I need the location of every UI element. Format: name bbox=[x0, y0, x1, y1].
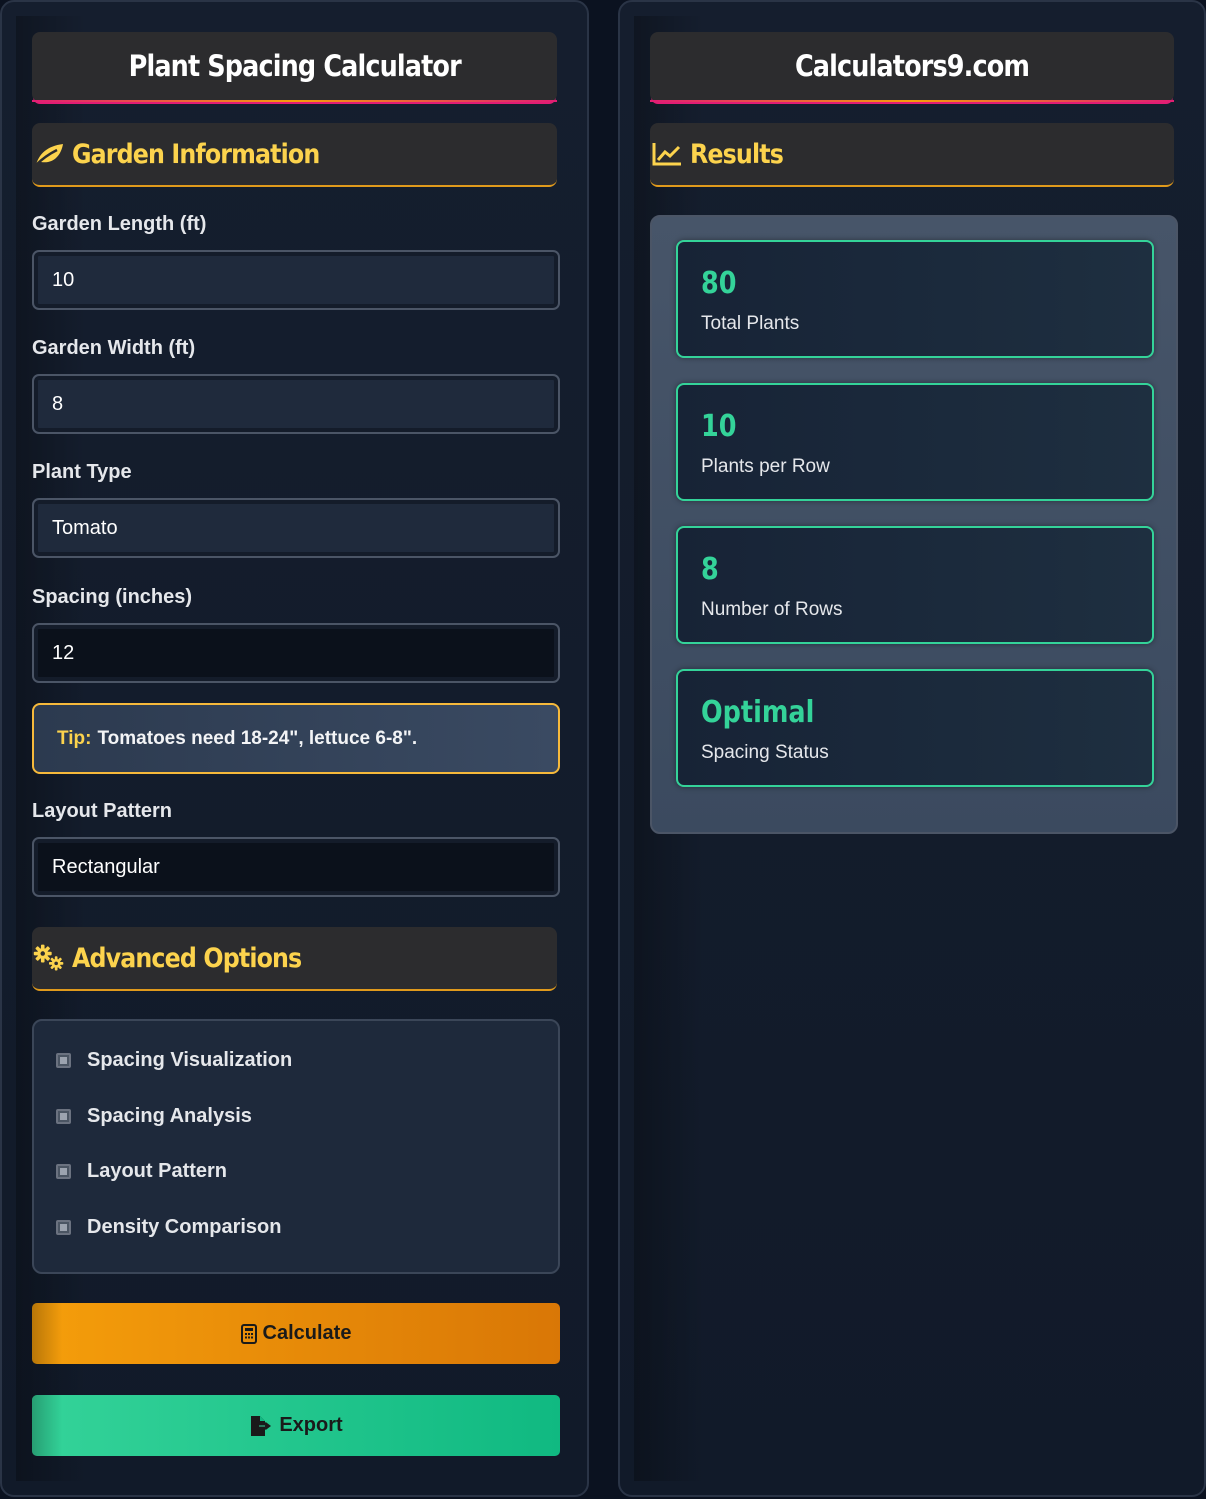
advanced-options-list: Spacing Visualization Spacing Analysis L… bbox=[32, 1019, 560, 1274]
spacing-input[interactable]: 12 bbox=[32, 623, 560, 683]
section-title: Garden Information bbox=[72, 138, 320, 170]
calculate-button[interactable]: Calculate bbox=[32, 1303, 560, 1364]
checkbox[interactable] bbox=[56, 1053, 71, 1068]
checkbox[interactable] bbox=[56, 1164, 71, 1179]
page-title: Plant Spacing Calculator bbox=[128, 49, 461, 83]
section-title: Results bbox=[690, 138, 784, 170]
tip-box: Tip: Tomatoes need 18-24", lettuce 6-8". bbox=[32, 703, 560, 774]
option-layout-pattern[interactable]: Layout Pattern bbox=[56, 1160, 227, 1183]
result-label: Plants per Row bbox=[701, 456, 830, 477]
garden-length-value: 10 bbox=[52, 268, 75, 291]
leaf-icon bbox=[32, 137, 66, 171]
spacing-value: 12 bbox=[52, 641, 75, 664]
option-spacing-analysis[interactable]: Spacing Analysis bbox=[56, 1105, 252, 1128]
result-label: Total Plants bbox=[701, 313, 800, 334]
calculate-label: Calculate bbox=[262, 1322, 352, 1344]
checkbox[interactable] bbox=[56, 1220, 71, 1235]
section-title: Advanced Options bbox=[72, 942, 302, 974]
result-value: Optimal bbox=[701, 695, 815, 730]
result-value: 10 bbox=[701, 409, 737, 444]
tip-key: Tip: bbox=[57, 727, 92, 749]
option-label: Density Comparison bbox=[87, 1216, 282, 1238]
results-header: Results bbox=[650, 123, 1174, 187]
results-container: 80 Total Plants 10 Plants per Row 8 Numb… bbox=[650, 215, 1178, 834]
spacing-label: Spacing (inches) bbox=[32, 586, 193, 608]
garden-length-input[interactable]: 10 bbox=[32, 250, 560, 310]
layout-pattern-select[interactable]: Rectangular bbox=[32, 837, 560, 897]
chart-line-icon bbox=[650, 137, 684, 171]
layout-pattern-label: Layout Pattern bbox=[32, 800, 173, 822]
garden-length-label: Garden Length (ft) bbox=[32, 213, 207, 235]
option-label: Layout Pattern bbox=[87, 1160, 228, 1182]
results-panel: Calculators9.com Results 80 Total Plants… bbox=[618, 0, 1206, 1497]
garden-width-label: Garden Width (ft) bbox=[32, 337, 196, 359]
result-label: Number of Rows bbox=[701, 599, 843, 620]
result-card-total-plants: 80 Total Plants bbox=[676, 240, 1154, 358]
export-button[interactable]: Export bbox=[32, 1395, 560, 1456]
garden-info-header: Garden Information bbox=[32, 123, 557, 187]
garden-width-input[interactable]: 8 bbox=[32, 374, 560, 434]
plant-type-value: Tomato bbox=[52, 516, 118, 539]
calculator-title-bar: Plant Spacing Calculator bbox=[32, 32, 557, 102]
option-label: Spacing Analysis bbox=[87, 1105, 252, 1127]
checkbox[interactable] bbox=[56, 1109, 71, 1124]
plant-type-select[interactable]: Tomato bbox=[32, 498, 560, 558]
result-value: 80 bbox=[701, 266, 737, 301]
option-density-comparison[interactable]: Density Comparison bbox=[56, 1216, 281, 1239]
option-spacing-visualization[interactable]: Spacing Visualization bbox=[56, 1049, 292, 1072]
result-card-spacing-status: Optimal Spacing Status bbox=[676, 669, 1154, 787]
plant-type-label: Plant Type bbox=[32, 461, 132, 483]
option-label: Spacing Visualization bbox=[87, 1049, 293, 1071]
result-card-number-of-rows: 8 Number of Rows bbox=[676, 526, 1154, 644]
export-label: Export bbox=[279, 1414, 343, 1436]
result-card-plants-per-row: 10 Plants per Row bbox=[676, 383, 1154, 501]
gears-icon bbox=[32, 941, 66, 975]
file-export-icon bbox=[249, 1415, 273, 1437]
site-title: Calculators9.com bbox=[794, 49, 1030, 83]
calculator-panel: Plant Spacing Calculator Garden Informat… bbox=[0, 0, 589, 1497]
site-title-bar: Calculators9.com bbox=[650, 32, 1174, 102]
tip-text: Tomatoes need 18-24", lettuce 6-8". bbox=[97, 727, 418, 749]
layout-pattern-value: Rectangular bbox=[52, 855, 160, 878]
calculator-icon bbox=[240, 1323, 257, 1344]
result-value: 8 bbox=[701, 552, 719, 587]
garden-width-value: 8 bbox=[52, 392, 64, 415]
result-label: Spacing Status bbox=[701, 742, 829, 763]
advanced-options-header: Advanced Options bbox=[32, 927, 557, 991]
